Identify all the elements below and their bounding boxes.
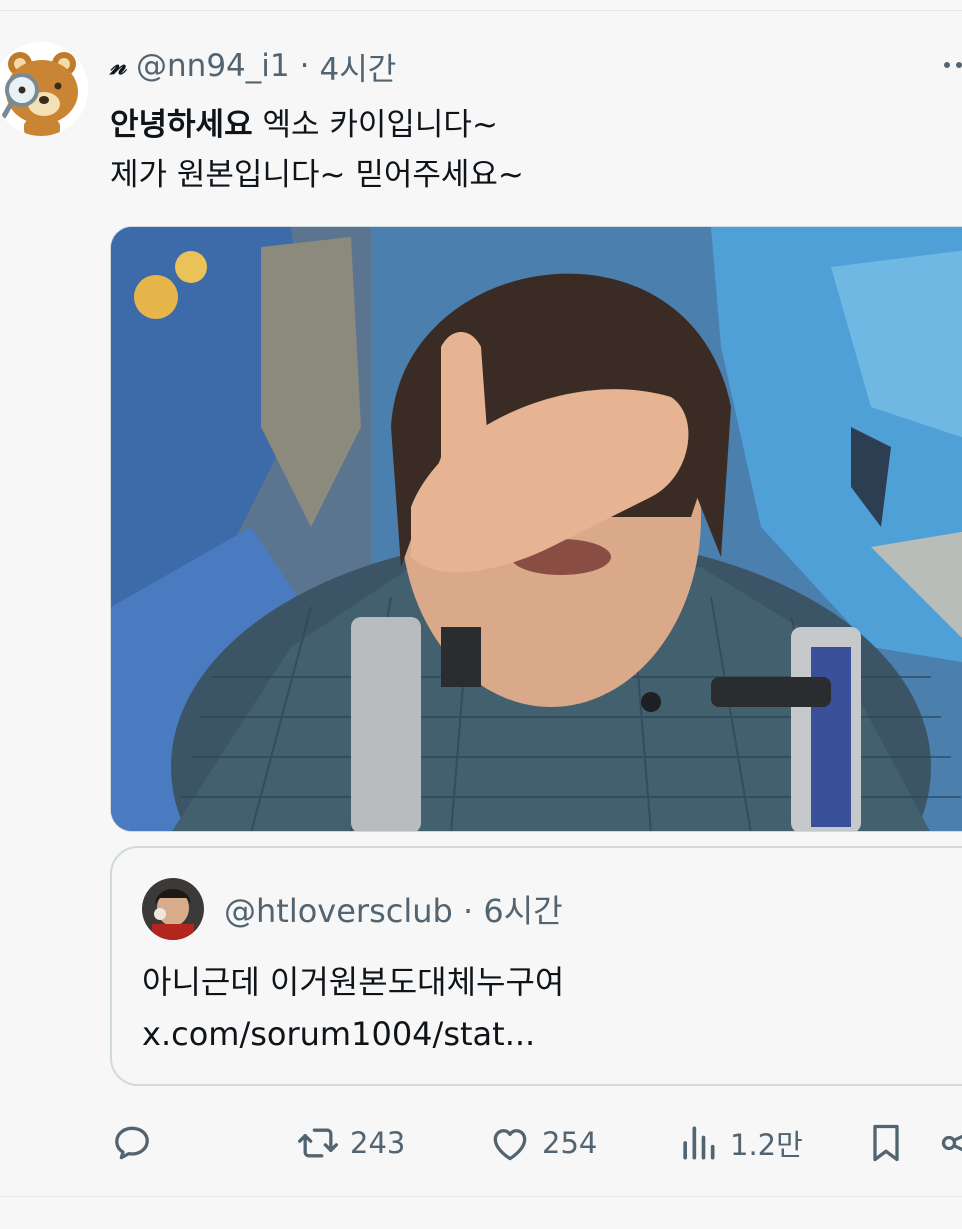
photo-person-covering-eyes (111, 227, 962, 831)
retweet-button[interactable]: 243 (296, 1118, 405, 1168)
share-button[interactable] (938, 1118, 962, 1168)
quote-text-line-1: 아니근데 이거원본도대체누구여 (142, 963, 565, 1001)
quote-avatar-image (142, 878, 204, 940)
quote-handle[interactable]: @htloversclub (224, 892, 453, 930)
like-count: 254 (542, 1126, 598, 1160)
bottom-divider (0, 1196, 962, 1197)
more-options-icon[interactable] (944, 62, 962, 68)
author-handle[interactable]: @nn94_i1 (136, 48, 290, 84)
top-divider (0, 10, 962, 11)
views-chart-icon (683, 1126, 715, 1160)
views-count: 1.2만 (730, 1128, 803, 1162)
quote-separator: · (463, 892, 474, 930)
quote-text: 아니근데 이거원본도대체누구여 x.com/sorum1004/stat... (142, 956, 564, 1060)
tweet-time[interactable]: 4시간 (319, 44, 396, 89)
bookmark-button[interactable] (864, 1118, 908, 1168)
quote-author-avatar[interactable] (142, 878, 204, 940)
tweet-text-line-1-rest: 엑소 카이입니다~ (252, 107, 498, 143)
tweet-text: 안녕하세요 엑소 카이입니다~ 제가 원본입니다~ 믿어주세요~ (110, 100, 950, 200)
tweet-action-bar: 243 254 1.2만 (110, 1118, 962, 1168)
reply-icon (115, 1126, 149, 1160)
bear-avatar-image (0, 42, 88, 136)
quoted-tweet[interactable]: @htloversclub · 6시간 아니근데 이거원본도대체누구여 x.co… (110, 846, 962, 1086)
author-avatar[interactable] (0, 42, 88, 136)
tweet-header: 𝓃 @nn94_i1 · 4시간 (110, 44, 396, 89)
bookmark-icon (873, 1124, 899, 1162)
quote-header: @htloversclub · 6시간 (224, 886, 563, 932)
retweet-count: 243 (350, 1126, 406, 1160)
views-button[interactable]: 1.2만 (676, 1118, 803, 1168)
reply-button[interactable] (110, 1118, 154, 1168)
heart-icon (493, 1129, 527, 1161)
tweet-text-bold: 안녕하세요 (110, 107, 253, 143)
tweet-media-image[interactable] (110, 226, 962, 832)
share-icon (941, 1134, 962, 1152)
quote-link[interactable]: x.com/sorum1004/stat... (142, 1008, 564, 1060)
tweet-text-line-1: 안녕하세요 엑소 카이입니다~ (110, 100, 950, 150)
author-display-name[interactable]: 𝓃 (110, 51, 126, 82)
header-separator: · (299, 48, 310, 84)
quote-time[interactable]: 6시간 (483, 892, 562, 930)
retweet-icon (298, 1128, 338, 1158)
like-button[interactable]: 254 (488, 1118, 597, 1168)
tweet-text-line-2: 제가 원본입니다~ 믿어주세요~ (110, 157, 524, 193)
